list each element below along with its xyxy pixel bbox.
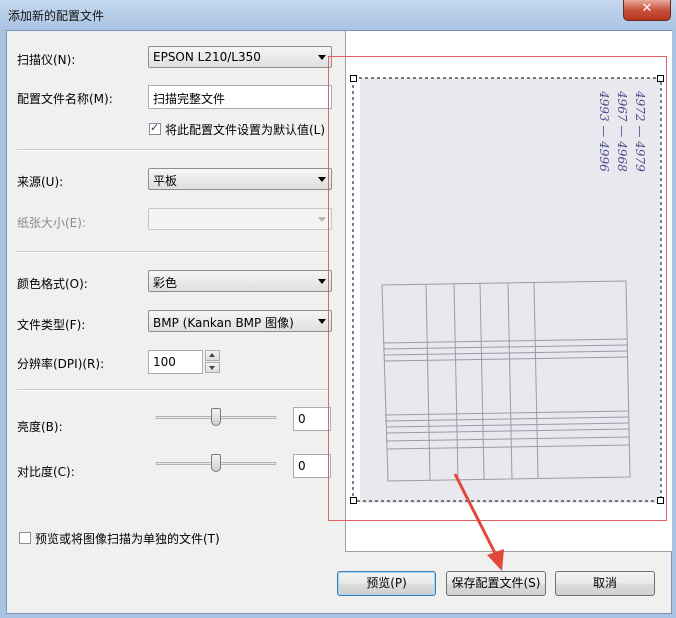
source-select[interactable]: 平板 [148,168,332,190]
title-bar: 添加新的配置文件 ✕ [0,0,676,30]
separate-files-checkbox[interactable] [19,532,31,544]
cancel-button[interactable]: 取消 [555,571,655,596]
preview-button[interactable]: 预览(P) [337,571,436,596]
annotation-highlight [328,56,667,521]
resolution-decrease-button[interactable] [205,362,220,373]
close-icon: ✕ [641,1,653,16]
default-profile-checkbox[interactable] [149,121,161,135]
source-value: 平板 [153,174,178,188]
separate-files-label: 预览或将图像扫描为单独的文件(T) [35,532,220,546]
brightness-value: 0 [298,412,306,426]
profile-name-label: 配置文件名称(M): [17,92,113,106]
contrast-value: 0 [298,459,306,473]
default-profile-label: 将此配置文件设置为默认值(L) [165,123,326,137]
resolution-value: 100 [153,355,176,369]
chevron-down-icon [318,279,326,284]
chevron-down-icon [318,177,326,182]
chevron-down-icon [318,55,326,60]
profile-name-value: 扫描完整文件 [153,92,226,106]
arrow-head-icon [487,549,504,571]
profile-name-input[interactable]: 扫描完整文件 [148,85,332,109]
scanner-value: EPSON L210/L350 [153,50,261,64]
resolution-increase-button[interactable] [205,350,220,361]
color-format-label: 颜色格式(O): [17,277,88,291]
save-profile-button[interactable]: 保存配置文件(S) [446,571,546,596]
chevron-down-icon [318,217,326,222]
dialog-body: 扫描仪(N): EPSON L210/L350 配置文件名称(M): 扫描完整文… [6,30,672,614]
source-label: 来源(U): [17,175,64,189]
brightness-label: 亮度(B): [17,420,63,434]
separator [17,149,329,151]
file-type-value: BMP (Kankan BMP 图像) [153,316,294,330]
contrast-label: 对比度(C): [17,465,75,479]
color-format-select[interactable]: 彩色 [148,270,332,292]
window-title: 添加新的配置文件 [8,9,105,23]
separator [17,251,329,253]
file-type-label: 文件类型(F): [17,318,86,332]
brightness-slider-thumb[interactable] [211,408,221,426]
resolution-input[interactable]: 100 [148,350,203,374]
chevron-down-icon [318,319,326,324]
contrast-slider-thumb[interactable] [211,454,221,472]
color-format-value: 彩色 [153,276,178,290]
separator [17,389,329,391]
file-type-select[interactable]: BMP (Kankan BMP 图像) [148,310,332,332]
scanner-select[interactable]: EPSON L210/L350 [148,46,332,68]
contrast-input[interactable]: 0 [293,454,331,478]
paper-size-select [148,208,332,230]
scanner-label: 扫描仪(N): [17,53,76,67]
close-button[interactable]: ✕ [623,0,671,21]
resolution-label: 分辨率(DPI)(R): [17,357,105,371]
brightness-input[interactable]: 0 [293,407,331,431]
paper-size-label: 纸张大小(E): [17,216,86,230]
